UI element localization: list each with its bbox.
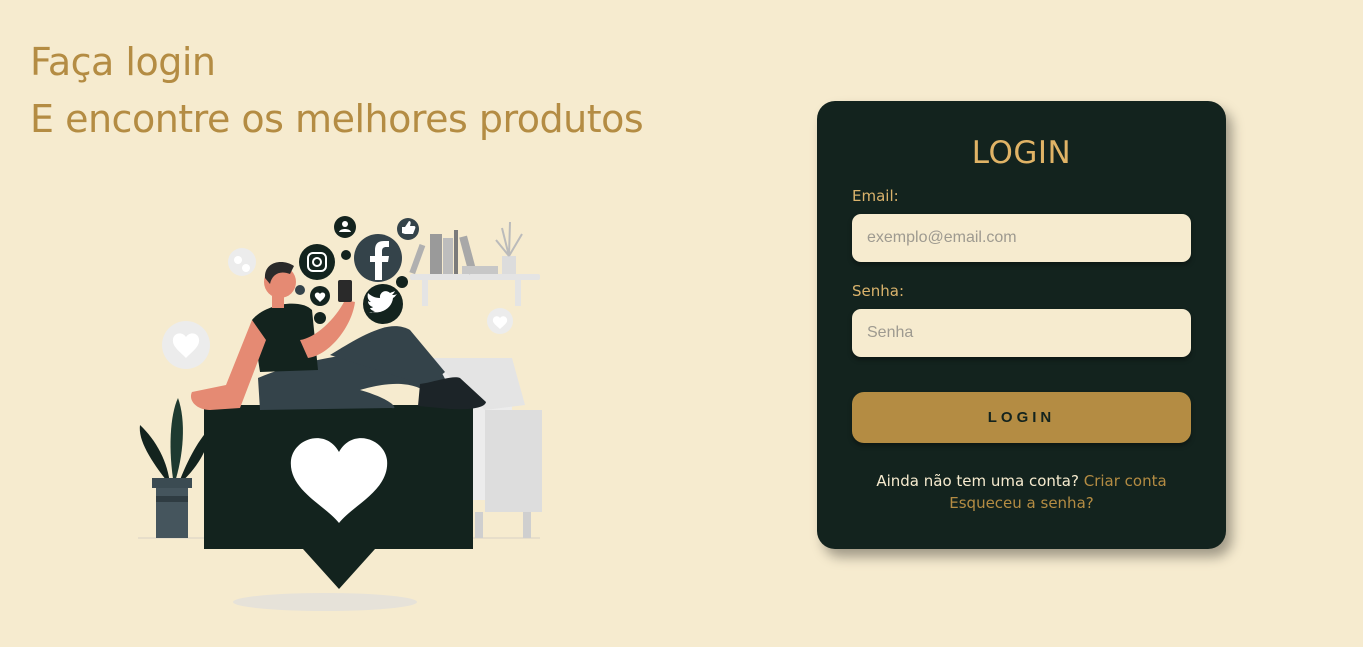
heart-icon [162,321,210,369]
hero-line-1: Faça login [30,40,216,84]
social-media-illustration [138,216,542,611]
email-input[interactable] [852,214,1191,262]
login-button[interactable]: LOGIN [852,392,1191,443]
heart-mini-icon [310,286,330,306]
password-label: Senha: [852,282,905,300]
login-card: LOGIN Email: Senha: LOGIN Ainda não tem … [817,101,1226,549]
login-title: LOGIN [971,135,1072,171]
hero-line-2: E encontre os melhores produtos [30,97,644,141]
no-account-text: Ainda não tem uma conta? [876,472,1079,490]
forgot-password-link[interactable]: Esqueceu a senha? [949,494,1093,512]
create-account-link[interactable]: Criar conta [1084,472,1167,490]
user-icon [334,216,356,238]
instagram-icon [299,244,335,280]
facebook-icon [354,234,402,282]
twitter-icon [363,284,403,324]
heart-small-icon [487,308,513,334]
user-outline-icon [228,248,256,276]
like-icon [397,218,419,240]
hero-heading: Faça login E encontre os melhores produt… [30,34,644,148]
email-label: Email: [852,187,899,205]
account-links: Ainda não tem uma conta? Criar conta Esq… [852,470,1191,514]
password-input[interactable] [852,309,1191,357]
